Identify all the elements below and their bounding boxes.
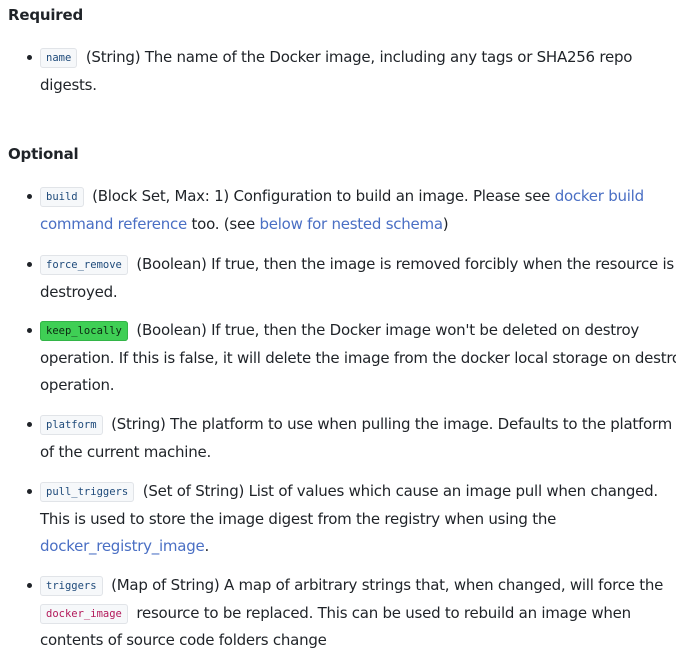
argument-pull-triggers: pull_triggers (Set of String) List of va… — [27, 478, 668, 561]
argument-triggers: triggers (Map of String) A map of arbitr… — [27, 572, 668, 655]
argument-code: pull_triggers — [40, 482, 135, 502]
argument-platform: platform (String) The platform to use wh… — [27, 411, 672, 466]
argument-code: build — [40, 187, 84, 207]
argument-code: force_remove — [40, 255, 128, 275]
nested-schema-link[interactable]: below for nested schema — [259, 215, 443, 233]
optional-heading: Optional — [8, 145, 79, 163]
required-heading: Required — [8, 6, 83, 24]
argument-keep-locally: keep_locally (Boolean) If true, then the… — [27, 317, 676, 400]
docker-registry-image-link[interactable]: docker_registry_image — [40, 537, 205, 555]
argument-code: platform — [40, 415, 103, 435]
terraform-docs: Required name (String) The name of the D… — [0, 0, 676, 666]
argument-force-remove: force_remove (Boolean) If true, then the… — [27, 251, 674, 306]
resource-code: docker_image — [40, 603, 128, 624]
argument-code: triggers — [40, 576, 103, 596]
argument-build: build (Block Set, Max: 1) Configuration … — [27, 183, 668, 238]
docker-build-reference-link-cont[interactable]: command reference — [40, 215, 187, 233]
argument-code-highlighted: keep_locally — [40, 321, 128, 341]
argument-name: name (String) The name of the Docker ima… — [27, 44, 668, 99]
argument-code: name — [40, 48, 78, 68]
docker-build-reference-link[interactable]: docker build — [555, 187, 644, 205]
argument-description: (String) The name of the Docker image, i… — [85, 48, 633, 66]
